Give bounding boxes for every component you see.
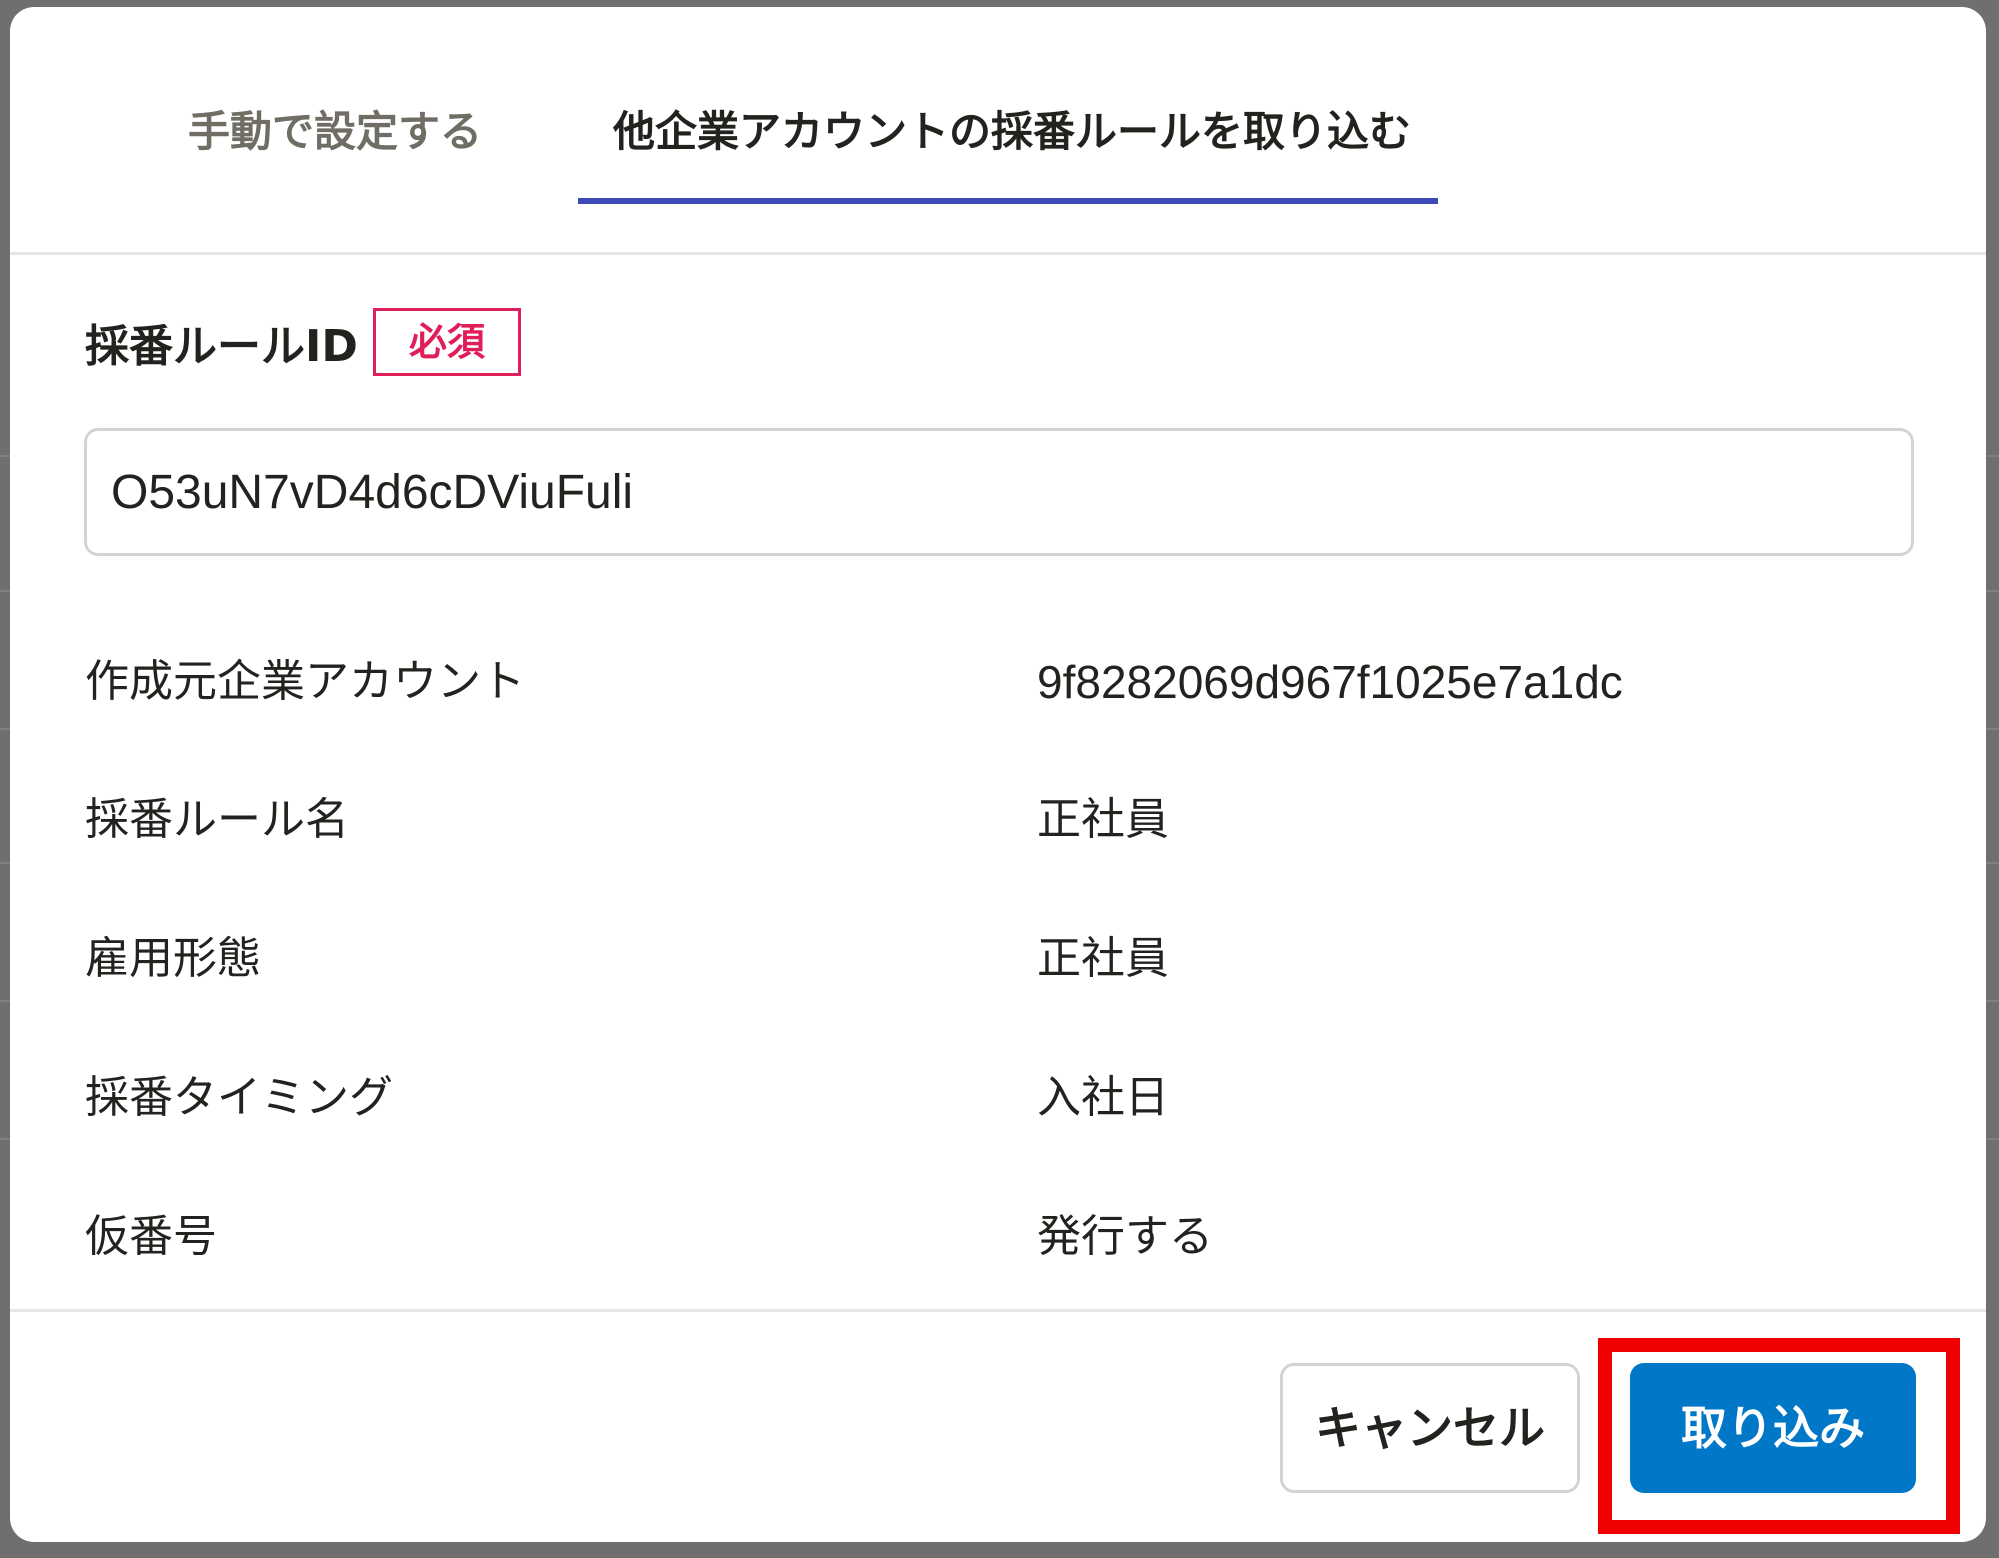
tab-bar: 手動で設定する 他企業アカウントの採番ルールを取り込む — [10, 7, 1986, 255]
info-value: 正社員 — [1037, 933, 1169, 984]
info-row-temporary-number: 仮番号 発行する — [85, 1202, 1915, 1272]
rule-id-input[interactable] — [84, 428, 1914, 556]
cancel-button[interactable]: キャンセル — [1280, 1363, 1580, 1493]
import-button[interactable]: 取り込み — [1630, 1363, 1916, 1493]
import-rule-dialog: 手動で設定する 他企業アカウントの採番ルールを取り込む 採番ルールID 必須 作… — [10, 7, 1986, 1542]
info-row-rule-name: 採番ルール名 正社員 — [85, 785, 1915, 855]
info-label: 採番ルール名 — [85, 794, 349, 845]
required-badge: 必須 — [373, 308, 521, 376]
info-label: 仮番号 — [85, 1211, 217, 1262]
info-label: 作成元企業アカウント — [85, 656, 525, 707]
info-row-source-account: 作成元企業アカウント 9f8282069d967f1025e7a1dc — [85, 647, 1915, 717]
info-row-employment-type: 雇用形態 正社員 — [85, 924, 1915, 994]
info-value: 入社日 — [1037, 1072, 1169, 1123]
footer-divider — [10, 1309, 1986, 1312]
info-value: 発行する — [1037, 1211, 1213, 1262]
info-label: 採番タイミング — [85, 1072, 393, 1123]
info-row-numbering-timing: 採番タイミング 入社日 — [85, 1063, 1915, 1133]
active-tab-indicator — [578, 198, 1438, 204]
rule-id-label: 採番ルールID — [85, 321, 358, 372]
tab-manual-setting[interactable]: 手動で設定する — [188, 102, 482, 162]
info-value: 正社員 — [1037, 794, 1169, 845]
info-label: 雇用形態 — [85, 933, 261, 984]
info-value: 9f8282069d967f1025e7a1dc — [1037, 656, 1623, 708]
tab-import-other-account-rule[interactable]: 他企業アカウントの採番ルールを取り込む — [613, 102, 1411, 162]
